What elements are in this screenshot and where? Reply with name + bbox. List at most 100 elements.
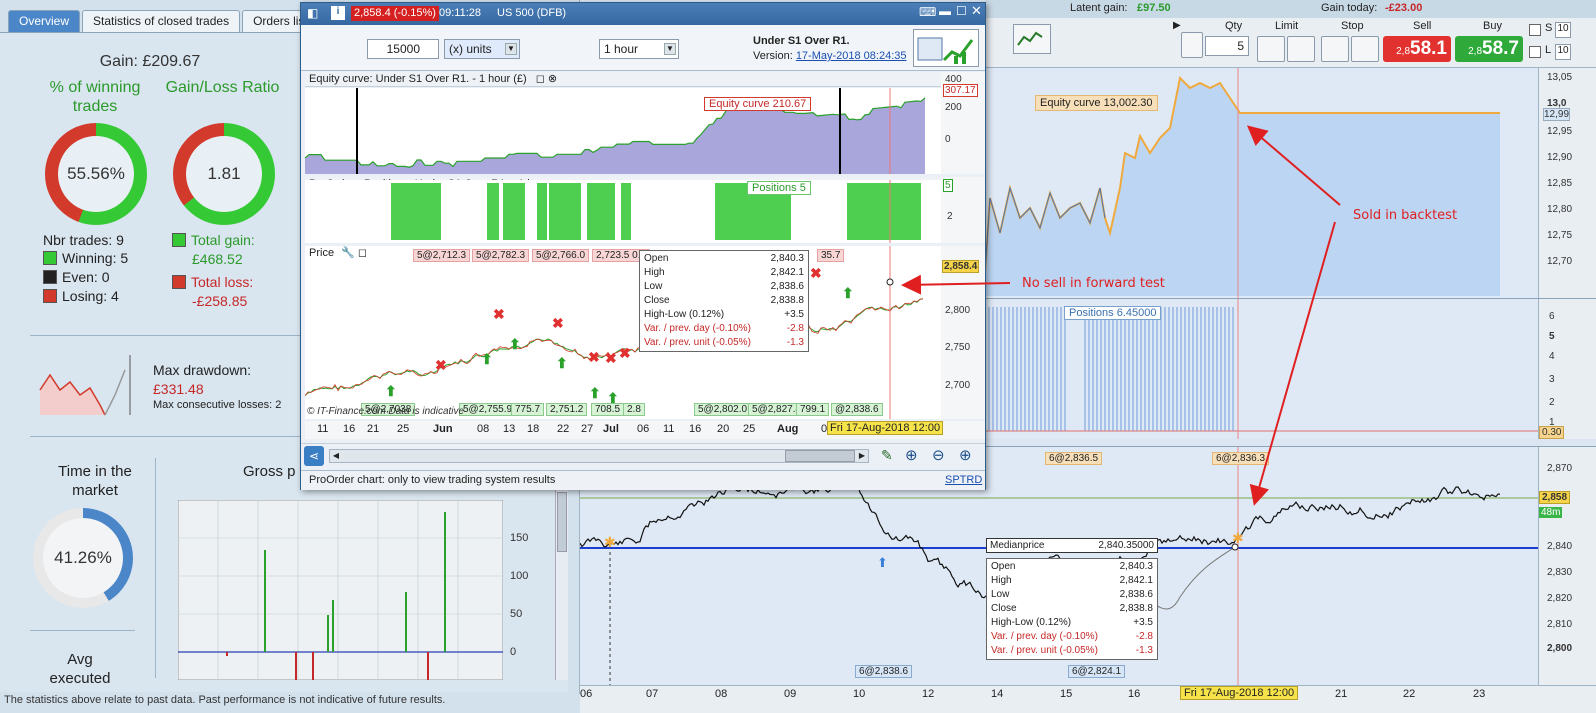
window-horizontal-scrollbar[interactable]: ◀ ▶ [329, 449, 869, 463]
strategy-chart-icon[interactable] [913, 29, 979, 67]
wrench-icon[interactable] [1181, 32, 1203, 58]
window-status-bar: ProOrder chart: only to view trading sys… [301, 470, 985, 490]
window-price-chart: ✖✖✖ ✖ ✖ ✖✖ ⬆⬆⬆ ⬆⬆ ⬆⬆ [305, 246, 941, 419]
max-consecutive-losses: Max consecutive losses: 2 [153, 399, 282, 411]
chart-type-button[interactable] [1013, 24, 1051, 54]
l-checkbox[interactable] [1529, 46, 1541, 58]
drawdown-mini-chart [39, 355, 131, 416]
instrument-name: US 500 (DFB) [497, 7, 567, 19]
s-checkbox[interactable] [1529, 24, 1541, 36]
units-dropdown[interactable]: (x) units ▼ [444, 39, 520, 59]
stats-scrollbar[interactable] [555, 490, 568, 680]
time-in-market-donut: 41.26% [33, 508, 133, 608]
stop-buy-button[interactable] [1321, 36, 1349, 62]
limit-sell-button[interactable] [1287, 36, 1315, 62]
winning-pct-value: 55.56% [67, 164, 125, 183]
s-value[interactable]: 10 [1555, 22, 1571, 38]
zoom-fit-icon[interactable]: ⊕ [905, 446, 918, 464]
version-date-link[interactable]: 17-May-2018 08:24:35 [796, 50, 907, 62]
nbr-trades: Nbr trades: 9 [43, 232, 124, 248]
svg-text:✖: ✖ [588, 349, 600, 365]
position-bar [621, 183, 631, 240]
position-bar [847, 183, 921, 240]
info-icon[interactable]: i [331, 6, 345, 20]
svg-text:⬆: ⬆ [481, 351, 493, 367]
svg-text:✖: ✖ [493, 306, 505, 322]
gain-today-label: Gain today: [1321, 2, 1378, 14]
main-positions-chart [985, 299, 1538, 439]
latent-gain-label: Latent gain: [1070, 2, 1128, 14]
gross-title: Gross p [243, 463, 296, 480]
svg-text:✖: ✖ [619, 345, 631, 361]
svg-text:⬆: ⬆ [385, 383, 397, 399]
main-price-last-tag: 2,858 [1539, 491, 1571, 504]
total-gain-value: £468.52 [192, 251, 243, 267]
svg-text:✖: ✖ [552, 315, 564, 331]
price-settings-icon[interactable]: 🔧 [341, 247, 355, 259]
keyboard-icon[interactable]: ⌨ [919, 5, 936, 19]
max-drawdown-label: Max drawdown: [153, 362, 252, 378]
svg-text:⬆: ⬆ [556, 355, 568, 371]
l-value[interactable]: 10 [1555, 44, 1571, 60]
position-bar [587, 183, 615, 240]
sold-in-backtest-annotation: Sold in backtest [1353, 208, 1458, 223]
time-in-market-value: 41.26% [54, 548, 112, 567]
svg-text:⬆: ⬆ [842, 285, 854, 301]
equity-panel-maximize-icon[interactable]: ◻ [536, 73, 545, 85]
limit-buy-button[interactable] [1257, 36, 1285, 62]
losing-count: Losing: 4 [43, 287, 119, 305]
zoom-in-icon[interactable]: ⊕ [959, 446, 972, 464]
window-equity-tag: Equity curve 210.67 [704, 97, 812, 111]
expand-arrow-icon[interactable]: ▶ [1173, 20, 1181, 64]
qty-label: Qty [1225, 20, 1243, 32]
svg-text:✖: ✖ [435, 357, 447, 373]
svg-text:✖: ✖ [810, 265, 822, 281]
quantity-spinner[interactable]: 15000 [367, 39, 439, 59]
buy-button[interactable]: 2,858.7 [1455, 36, 1523, 62]
sptrd-link[interactable]: SPTRD [945, 471, 982, 490]
limit-label: Limit [1275, 20, 1299, 32]
avg-executed-title: Avg executed [49, 651, 111, 687]
timeframe-dropdown[interactable]: 1 hour ▼ [599, 39, 679, 59]
window-positions-tag: Positions 5 [747, 181, 811, 195]
tab-closed-trades[interactable]: Statistics of closed trades [82, 10, 241, 32]
ratio-donut: 1.81 [173, 123, 275, 225]
svg-text:✖: ✖ [605, 350, 617, 366]
qty-input[interactable]: 5 [1205, 36, 1249, 56]
winning-donut: 55.56% [45, 123, 147, 225]
top-status-bar: Latent gain: £97.50 Gain today: -£23.00 [985, 0, 1596, 18]
main-price-y-axis: 2,870 2,858 48m 2,840 2,830 2,820 2,810 … [1538, 447, 1596, 685]
window-titlebar[interactable]: ◧ i 2,858.4 (-0.15%) 09:11:28 US 500 (DF… [301, 3, 985, 25]
strategy-title: Under S1 Over R1. [753, 35, 850, 47]
svg-text:✱: ✱ [604, 534, 616, 550]
close-icon[interactable]: ✕ [971, 3, 982, 19]
main-indicator-tag: 0.30 [1539, 426, 1565, 439]
version-label: Version: 17-May-2018 08:24:35 [753, 50, 907, 62]
stop-sell-button[interactable] [1351, 36, 1379, 62]
max-drawdown-value: £331.48 [153, 381, 204, 397]
window-date-axis: 11 16 21 25 Jun 08 13 18 22 27 Jul 06 11… [305, 421, 985, 439]
position-bar [391, 183, 441, 240]
share-icon[interactable]: ⋖ [304, 446, 324, 466]
gain-today-value: -£23.00 [1385, 2, 1423, 14]
window-equity-chart [305, 88, 941, 174]
total-gain: Total gain: [172, 231, 255, 249]
cursor-tool-icon[interactable]: ✎ [881, 447, 893, 464]
tab-overview[interactable]: Overview [8, 10, 81, 32]
clock-time: 09:11:28 [439, 7, 482, 19]
minimize-icon[interactable]: ▬ [939, 4, 951, 18]
sell-button[interactable]: 2,858.1 [1383, 36, 1451, 62]
window-ohlc-infobox: Open 2,840.3 High 2,842.1 Low 2,838.6 Close… [639, 250, 809, 352]
price-panel-maximize-icon[interactable]: ◻ [358, 247, 367, 259]
zoom-out-icon[interactable]: ⊖ [932, 446, 945, 464]
window-price-y-axis: 2,858.4 2,800 2,750 2,700 [941, 246, 985, 419]
no-sell-forward-annotation: No sell in forward test [1022, 276, 1165, 291]
window-positions-y-axis: 5 2 [941, 177, 985, 243]
main-ohlc-infobox: Open 2,840.3 High 2,842.1 Low 2,838.6 Close… [986, 558, 1158, 660]
gain-label: Gain: £209.67 [99, 53, 201, 70]
svg-text:⬆: ⬆ [509, 336, 521, 352]
maximize-icon[interactable]: ☐ [956, 4, 967, 18]
equity-panel-close-icon[interactable]: ⊗ [548, 73, 557, 85]
window-menu-icon[interactable]: ◧ [307, 6, 318, 20]
copyright-text: © IT-Finance.com Data is indicative [307, 406, 465, 417]
